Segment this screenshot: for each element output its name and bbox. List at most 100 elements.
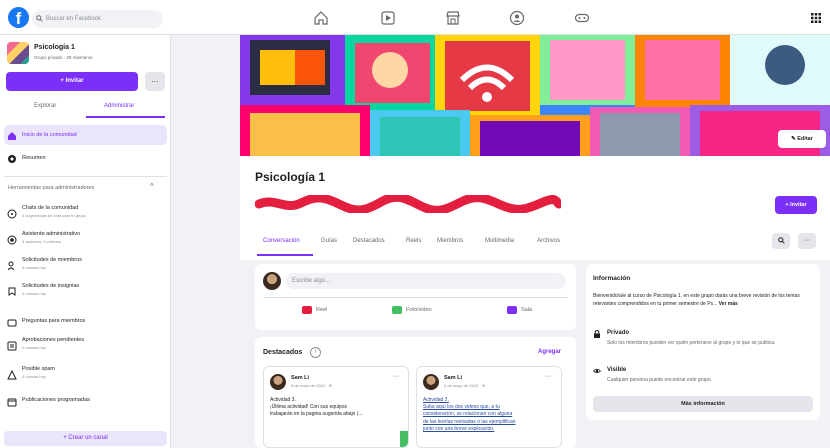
search-input[interactable]: Buscar en Facebook (32, 10, 163, 28)
photo-video-label: Foto/video (406, 307, 432, 313)
tool-subtitle: 6 acciones, 4 criterios (22, 239, 61, 244)
sidebar-item-overview[interactable]: Resumen (4, 148, 167, 168)
sidebar-item-possible-spam[interactable]: Posible spam 0 nuevas hoy (4, 364, 167, 386)
tool-subtitle: 4 sugerencias de chat para tu grupo (22, 213, 87, 218)
sidebar-more-button[interactable]: ··· (145, 72, 165, 91)
search-icon (36, 15, 43, 22)
post-more-button[interactable]: ··· (545, 373, 552, 380)
header-more-button[interactable]: ··· (798, 233, 816, 249)
group-thumbnail[interactable] (7, 42, 29, 64)
info-description-text: Bienvenido/a/e al curso de Psicología 1,… (593, 293, 800, 307)
featured-post[interactable]: Sam Li 8 de mayo de 2022 · ⊕ ··· Activid… (416, 366, 562, 448)
featured-post[interactable]: Sam Li 8 de mayo de 2022 · ⊕ ··· Activid… (263, 366, 409, 448)
info-icon[interactable]: i (310, 347, 321, 358)
post-more-button[interactable]: ··· (392, 373, 399, 380)
questions-icon (7, 319, 17, 327)
sidebar-item-member-questions[interactable]: Preguntas para miembros (4, 312, 167, 334)
post-body: Actividad 3. ¡Última actividad! Con sus … (270, 397, 404, 419)
grid-icon[interactable] (808, 10, 824, 26)
facebook-logo[interactable]: f (8, 7, 29, 28)
search-icon (777, 237, 785, 244)
tab-files[interactable]: Archivos (537, 238, 560, 244)
avatar[interactable] (263, 272, 281, 290)
post-author[interactable]: Sam Li (291, 375, 309, 381)
video-icon[interactable] (380, 10, 396, 26)
avatar[interactable] (423, 374, 439, 390)
visibility-title: Visible (607, 367, 627, 373)
room-label: Sala (521, 307, 533, 313)
chat-icon (7, 209, 17, 219)
marketplace-icon[interactable] (445, 10, 461, 26)
gaming-icon[interactable] (574, 10, 590, 26)
home-icon (8, 132, 16, 140)
overview-icon (8, 155, 16, 163)
member-requests-icon (7, 261, 15, 271)
post-line: junto con una breve explicación. (423, 425, 495, 432)
tool-title: Preguntas para miembros (22, 318, 86, 324)
spam-icon (7, 370, 17, 380)
post-date[interactable]: 8 de mayo de 2022 · ⊕ (444, 383, 485, 388)
sidebar-item-label: Inicio de la comunidad (22, 132, 77, 138)
sidebar-item-admin-assistant[interactable]: Asistente administrativo 6 acciones, 4 c… (4, 229, 167, 251)
post-date[interactable]: 8 de mayo de 2022 · ⊕ (291, 383, 332, 388)
sidebar-item-pending-approvals[interactable]: Aprobaciones pendientes 0 nuevas hoy (4, 335, 167, 357)
tab-members[interactable]: Miembros (437, 238, 463, 244)
tab-featured[interactable]: Destacados (353, 238, 385, 244)
tool-subtitle: 0 nuevas hoy (22, 265, 46, 270)
post-line: ¡Última actividad! Con sus equipos (270, 404, 347, 411)
assistant-icon (7, 235, 17, 245)
reel-icon (302, 306, 312, 314)
cover-photo[interactable] (240, 35, 830, 156)
tool-title: Solicitudes de miembros (22, 257, 82, 263)
tab-conversation[interactable]: Conversación (263, 238, 300, 244)
cover-illustration (240, 35, 830, 156)
post-line: consideración, se relacionan con alguna (423, 411, 513, 418)
top-bar: f Buscar en Facebook (0, 0, 830, 35)
post-line: de las teorías revisadas o las ejemplifi… (423, 418, 516, 425)
badge-icon (8, 287, 16, 296)
sidebar-item-member-requests[interactable]: Solicitudes de miembros 0 nuevas hoy (4, 255, 167, 277)
sidebar-item-community-chats[interactable]: Chats de la comunidad 4 sugerencias de c… (4, 203, 167, 225)
post-body[interactable]: Actividad 2. Suba aquí los dos videos qu… (423, 397, 557, 433)
sidebar-item-community-home[interactable]: Inicio de la comunidad (4, 125, 167, 145)
tab-manage[interactable]: Administrar (104, 103, 134, 109)
tab-guides[interactable]: Guías (321, 238, 337, 244)
tab-explore[interactable]: Explorar (34, 103, 56, 109)
tool-title: Chats de la comunidad (22, 205, 79, 211)
sidebar-group-name[interactable]: Psicología 1 (34, 44, 75, 51)
admin-tools-heading: Herramientas para administradores (8, 185, 95, 191)
tab-media[interactable]: Multimedia (485, 238, 514, 244)
scheduled-icon (7, 398, 17, 407)
home-icon[interactable] (313, 10, 329, 26)
reel-label: Reel (316, 307, 328, 313)
post-line: trabajarán en la pagina sugerida abajo (… (270, 411, 363, 418)
sidebar-item-badge-requests[interactable]: Solicitudes de insignias 0 nuevas hoy (4, 281, 167, 303)
tab-reels[interactable]: Reels (406, 238, 421, 244)
room-icon (507, 306, 517, 314)
divider (263, 297, 568, 298)
composer-input[interactable]: Escribe algo... (286, 273, 566, 289)
see-more-link[interactable]: Ver más (719, 301, 738, 307)
groups-icon[interactable] (509, 10, 525, 26)
tool-title: Asistente administrativo (22, 231, 81, 237)
chevron-up-icon[interactable]: ^ (150, 182, 154, 191)
tool-subtitle: 0 nuevas hoy (22, 291, 46, 296)
info-description: Bienvenido/a/e al curso de Psicología 1,… (593, 293, 813, 308)
post-author[interactable]: Sam Li (444, 375, 462, 381)
sidebar-group-meta: Grupo privado · 28 miembros (34, 55, 93, 60)
post-line: Actividad 2. (423, 397, 449, 403)
post-attachment-thumb[interactable] (400, 431, 408, 447)
sidebar-item-scheduled-posts[interactable]: Publicaciones programadas (4, 391, 167, 413)
featured-add-link[interactable]: Agregar (538, 349, 561, 355)
search-button[interactable] (772, 233, 790, 249)
info-title: Información (593, 275, 631, 282)
tab-active-indicator (257, 254, 313, 256)
admin-sidebar: Psicología 1 Grupo privado · 28 miembros… (0, 35, 171, 448)
edit-cover-button[interactable]: ✎ Editar (778, 130, 826, 148)
sidebar-invite-button[interactable]: + Invitar (6, 72, 138, 91)
featured-title: Destacados (263, 349, 303, 356)
more-info-button[interactable]: Más información (593, 396, 813, 412)
create-channel-button[interactable]: + Crear un canal (4, 431, 167, 446)
avatar[interactable] (270, 374, 286, 390)
header-invite-button[interactable]: + Invitar (775, 196, 817, 214)
